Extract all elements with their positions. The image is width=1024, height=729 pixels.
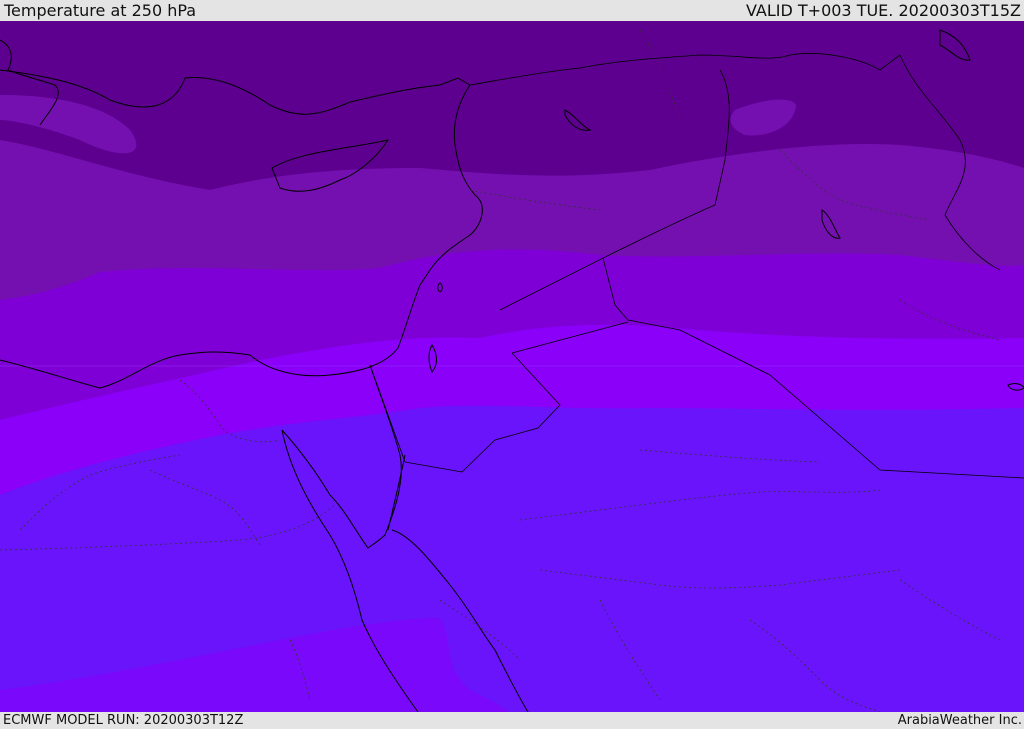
map-canvas xyxy=(0,21,1024,712)
temperature-map[interactable] xyxy=(0,21,1024,712)
map-title: Temperature at 250 hPa xyxy=(4,0,197,20)
credit: ArabiaWeather Inc. xyxy=(897,713,1022,728)
map-header: Temperature at 250 hPa VALID T+003 TUE. … xyxy=(0,0,1024,21)
map-footer: ECMWF MODEL RUN: 20200303T12Z ArabiaWeat… xyxy=(0,712,1024,729)
valid-time: VALID T+003 TUE. 20200303T15Z xyxy=(745,0,1021,20)
model-run: ECMWF MODEL RUN: 20200303T12Z xyxy=(3,713,244,728)
